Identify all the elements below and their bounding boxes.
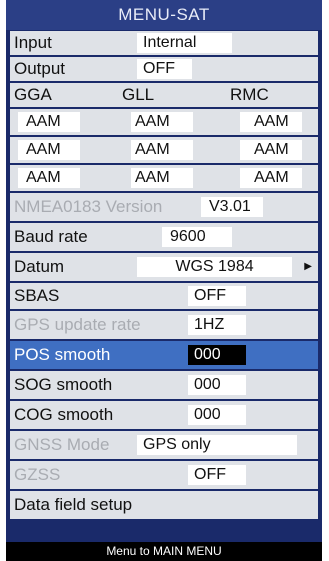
datum-row[interactable]: Datum WGS 1984 ▶ [10,253,318,281]
output-value[interactable]: OFF [137,59,192,79]
gps-update-rate-row: GPS update rate 1HZ [10,311,318,339]
pos-smooth-row[interactable]: POS smooth 000 [10,341,318,369]
talker-row-2: AAM AAM AAM [10,137,318,163]
baud-rate-row[interactable]: Baud rate 9600 [10,223,318,251]
pos-smooth-label: POS smooth [14,345,111,364]
datum-value[interactable]: WGS 1984 [137,257,292,277]
gzss-label: GZSS [14,465,61,484]
gnss-mode-label: GNSS Mode [14,435,110,454]
rmc-talker-3[interactable]: AAM [240,168,302,188]
gll-talker-1[interactable]: AAM [131,112,193,132]
nmea-version-label: NMEA0183 Version [14,197,163,216]
cog-smooth-row[interactable]: COG smooth 000 [10,401,318,429]
gzss-row: GZSS OFF [10,461,318,489]
rmc-header: RMC [230,85,269,104]
cog-smooth-label: COG smooth [14,405,114,424]
pos-smooth-value[interactable]: 000 [188,345,246,365]
gnss-mode-value: GPS only [137,435,297,455]
baud-rate-value[interactable]: 9600 [162,227,232,247]
gll-header: GLL [122,85,155,104]
talker-row-1: AAM AAM AAM [10,109,318,135]
gll-talker-2[interactable]: AAM [131,140,193,160]
chevron-right-icon[interactable]: ▶ [304,261,312,272]
gps-update-rate-label: GPS update rate [14,315,141,334]
sbas-row[interactable]: SBAS OFF [10,283,318,309]
gga-header: GGA [14,85,52,104]
sbas-label: SBAS [14,286,60,305]
gga-talker-1[interactable]: AAM [18,112,80,132]
footer-hint: Menu to MAIN MENU [6,542,322,561]
gga-talker-2[interactable]: AAM [18,140,80,160]
menu-sat-panel: MENU-SAT Input Internal Output OFF GGA G… [6,0,322,561]
gps-update-rate-value: 1HZ [188,315,246,335]
sog-smooth-label: SOG smooth [14,375,113,394]
gzss-value: OFF [188,465,246,485]
input-value[interactable]: Internal [137,33,232,53]
nmea-version-row: NMEA0183 Version V3.01 [10,193,318,221]
data-field-setup-row[interactable]: Data field setup [10,491,318,519]
rmc-talker-2[interactable]: AAM [240,140,302,160]
baud-rate-label: Baud rate [14,227,88,246]
sentence-header-row: GGA GLL RMC [10,83,318,107]
datum-label: Datum [14,257,65,276]
sog-smooth-value[interactable]: 000 [188,375,246,395]
gnss-mode-row: GNSS Mode GPS only [10,431,318,459]
talker-row-3: AAM AAM AAM [10,165,318,191]
gga-talker-3[interactable]: AAM [18,168,80,188]
input-row[interactable]: Input Internal [10,31,318,55]
output-row[interactable]: Output OFF [10,57,318,81]
input-label: Input [14,33,52,52]
nmea-version-value: V3.01 [201,197,263,217]
data-field-setup-label: Data field setup [14,495,133,514]
sbas-value[interactable]: OFF [188,286,246,306]
output-label: Output [14,59,66,78]
sog-smooth-row[interactable]: SOG smooth 000 [10,371,318,399]
menu-title: MENU-SAT [6,0,322,30]
empty-row [10,521,318,541]
rmc-talker-1[interactable]: AAM [240,112,302,132]
cog-smooth-value[interactable]: 000 [188,405,246,425]
gll-talker-3[interactable]: AAM [131,168,193,188]
